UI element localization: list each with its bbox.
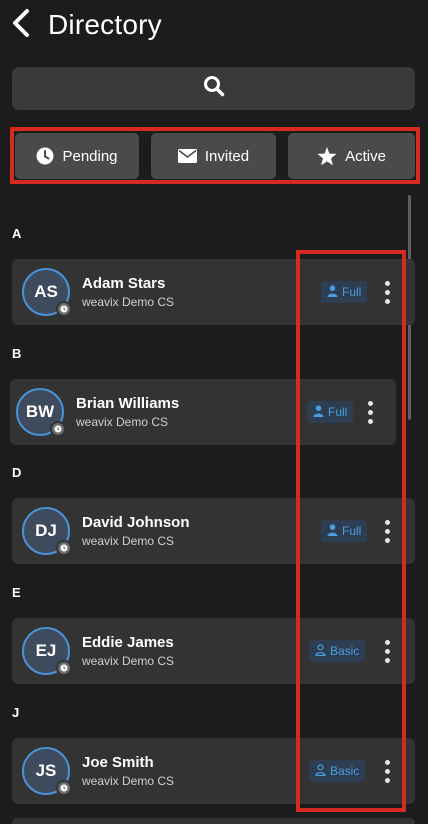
tab-active[interactable]: Active <box>288 133 415 179</box>
avatar-initials: BW <box>25 402 55 421</box>
more-options-icon[interactable] <box>380 277 394 307</box>
back-button[interactable] <box>6 8 36 42</box>
contact-name: Eddie James <box>82 634 174 651</box>
contact-org: weavix Demo CS <box>82 774 175 788</box>
access-badge-label: Full <box>342 524 362 538</box>
search-button[interactable] <box>12 67 415 110</box>
contact-name: Brian Williams <box>76 395 180 412</box>
section-header-j: J <box>12 705 20 720</box>
access-badge: Basic <box>309 760 366 782</box>
status-clock-icon <box>56 660 72 676</box>
contact-name: Adam Stars <box>82 275 166 292</box>
more-options-icon[interactable] <box>380 756 394 786</box>
contact-org: weavix Demo CS <box>82 295 175 309</box>
avatar: AS <box>22 268 72 317</box>
avatar-initials: DJ <box>35 521 57 540</box>
page-title: Directory <box>48 9 162 40</box>
access-badge-label: Basic <box>330 644 360 658</box>
search-icon <box>203 75 225 102</box>
star-icon <box>317 146 337 166</box>
contact-row[interactable]: DJ David Johnson weavix Demo CS Full <box>12 498 415 564</box>
user-filled-icon <box>327 284 338 300</box>
tab-pending[interactable]: Pending <box>15 133 139 179</box>
more-options-icon[interactable] <box>380 516 394 546</box>
status-clock-icon <box>56 301 72 317</box>
contact-org: weavix Demo CS <box>82 534 175 548</box>
status-clock-icon <box>50 421 66 437</box>
tab-invited-label: Invited <box>204 147 250 165</box>
access-badge: Full <box>307 401 354 423</box>
avatar: DJ <box>22 507 72 556</box>
user-filled-icon <box>327 523 338 539</box>
contact-name: Joe Smith <box>82 754 154 771</box>
user-filled-icon <box>313 404 324 420</box>
access-badge-label: Basic <box>330 764 360 778</box>
access-badge: Full <box>321 281 368 303</box>
access-badge-label: Full <box>342 285 362 299</box>
tab-invited[interactable]: Invited <box>151 133 276 179</box>
user-outline-icon <box>315 763 326 779</box>
contact-row[interactable]: EJ Eddie James weavix Demo CS Basic <box>12 618 415 684</box>
envelope-icon <box>177 149 197 163</box>
contact-row[interactable]: JS Joe Smith weavix Demo CS Basic <box>12 738 415 804</box>
contact-row[interactable]: AS Adam Stars weavix Demo CS Full <box>12 259 415 325</box>
access-badge: Full <box>321 520 368 542</box>
avatar-initials: JS <box>35 761 57 780</box>
section-header-b: B <box>12 346 22 361</box>
more-options-icon[interactable] <box>380 636 394 666</box>
status-clock-icon <box>56 540 72 556</box>
access-badge-label: Full <box>328 405 348 419</box>
avatar: BW <box>16 388 66 437</box>
avatar: JS <box>22 747 72 796</box>
contact-org: weavix Demo CS <box>76 415 169 429</box>
section-header-e: E <box>12 585 21 600</box>
contact-org: weavix Demo CS <box>82 654 175 668</box>
tab-active-label: Active <box>345 147 386 165</box>
directory-screen: Directory Pending Invited Active A AS Ad… <box>0 0 428 824</box>
more-options-icon[interactable] <box>363 397 377 427</box>
access-badge: Basic <box>309 640 366 662</box>
section-header-a: A <box>12 226 22 241</box>
contact-row-partial <box>12 818 415 824</box>
tab-pending-label: Pending <box>62 147 118 165</box>
chevron-left-icon <box>11 8 31 43</box>
avatar-initials: AS <box>34 282 58 301</box>
avatar-initials: EJ <box>35 641 57 660</box>
contact-row[interactable]: BW Brian Williams weavix Demo CS Full <box>10 379 396 445</box>
avatar: EJ <box>22 627 72 676</box>
section-header-d: D <box>12 465 22 480</box>
user-outline-icon <box>315 643 326 659</box>
status-clock-icon <box>56 780 72 796</box>
header: Directory <box>0 0 428 56</box>
clock-icon <box>36 147 54 165</box>
contact-name: David Johnson <box>82 514 190 531</box>
